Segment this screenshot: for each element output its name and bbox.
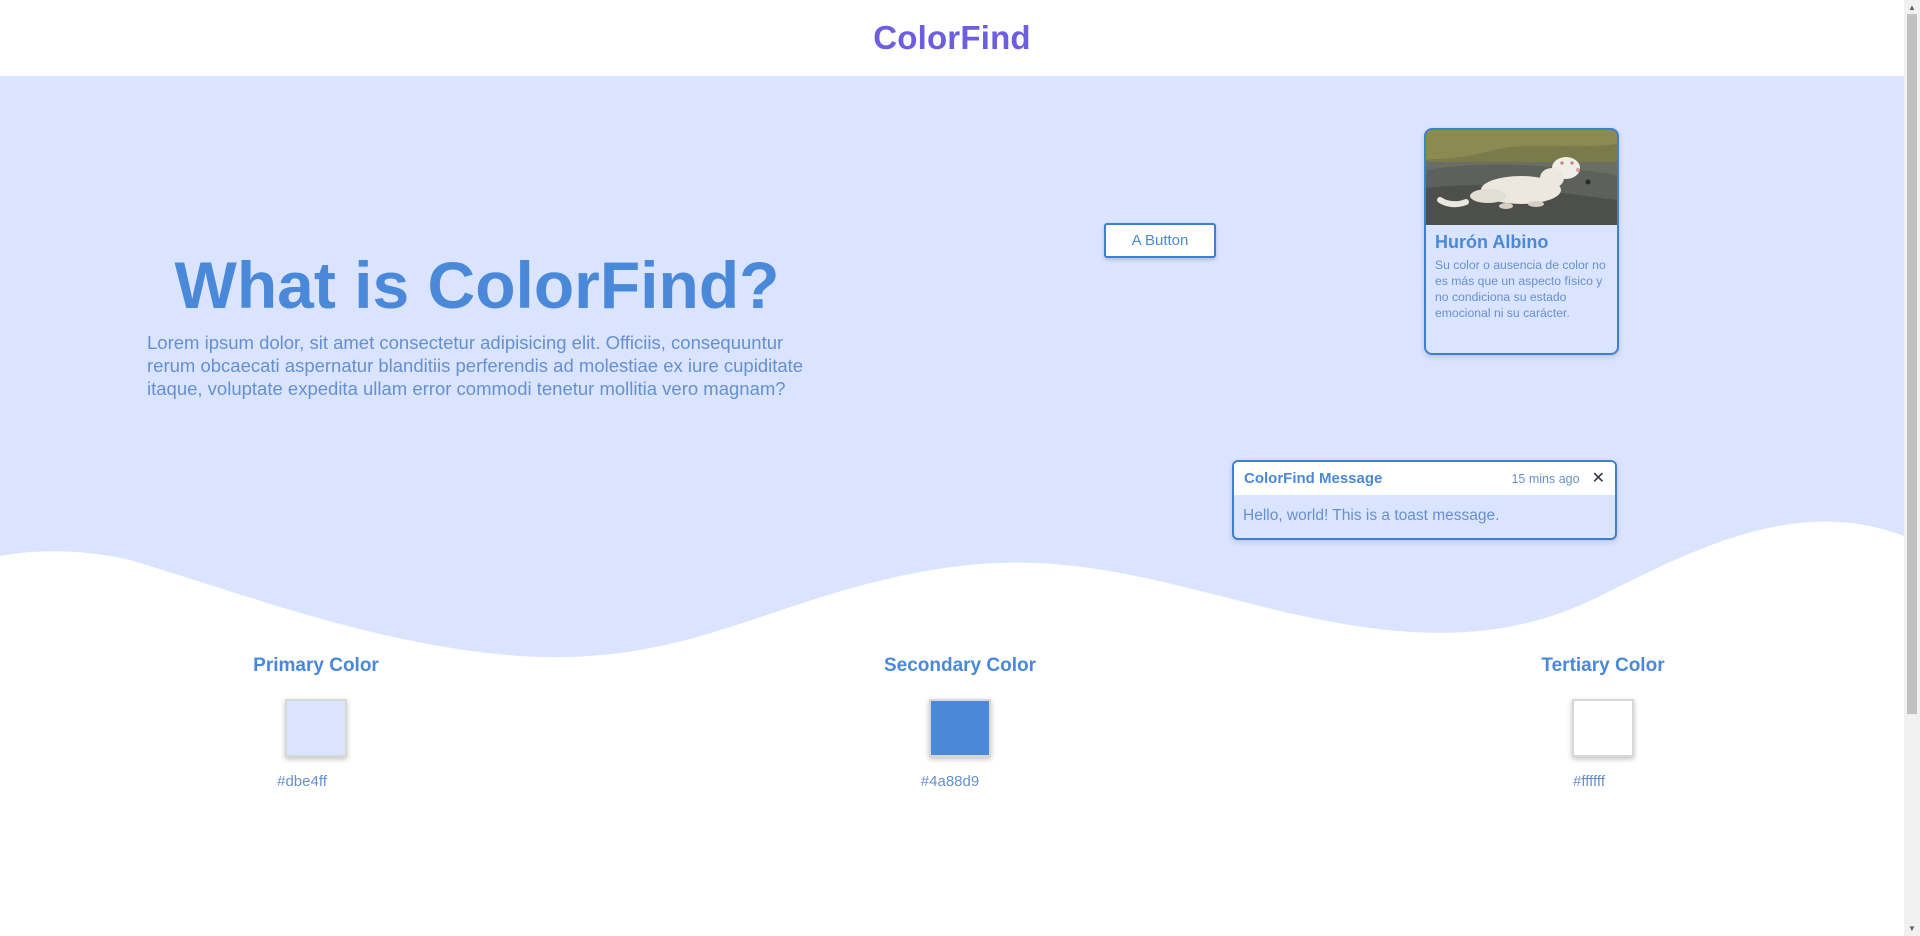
toast-timestamp: 15 mins ago — [1511, 471, 1580, 486]
scrollbar-thumb[interactable] — [1907, 14, 1917, 714]
primary-color-swatch[interactable] — [285, 699, 347, 757]
scroll-down-icon[interactable]: ▼ — [1908, 924, 1916, 933]
tertiary-color-swatch[interactable] — [1572, 699, 1634, 757]
tertiary-color-hex: #ffffff — [1573, 773, 1605, 790]
a-button[interactable]: A Button — [1104, 223, 1216, 258]
card-title: Hurón Albino — [1435, 232, 1549, 252]
hero-description: Lorem ipsum dolor, sit amet consectetur … — [147, 332, 804, 399]
toast-message: ColorFind Message 15 mins ago ✕ Hello, w… — [1232, 460, 1617, 540]
close-icon[interactable]: ✕ — [1592, 470, 1605, 487]
secondary-color-label: Secondary Color — [883, 655, 1037, 676]
scroll-up-icon[interactable]: ▲ — [1908, 3, 1916, 12]
hero-title: What is ColorFind? — [174, 248, 780, 322]
site-header: ColorFind — [0, 0, 1904, 76]
vertical-scrollbar[interactable]: ▲ ▼ — [1904, 0, 1920, 936]
primary-color-column: Primary Color #dbe4ff — [216, 655, 416, 790]
brand-logo-text[interactable]: ColorFind — [873, 19, 1031, 57]
card-text: Su color o ausencia de color no es más q… — [1435, 258, 1606, 320]
toast-header: ColorFind Message 15 mins ago ✕ — [1234, 462, 1615, 495]
toast-body: Hello, world! This is a toast message. — [1243, 507, 1500, 524]
primary-color-label: Primary Color — [253, 655, 379, 676]
secondary-color-hex: #4a88d9 — [920, 773, 980, 790]
tertiary-color-column: Tertiary Color #ffffff — [1503, 655, 1703, 790]
secondary-color-swatch[interactable] — [929, 699, 991, 757]
ferret-card: Hurón Albino Su color o ausencia de colo… — [1424, 128, 1619, 355]
tertiary-color-label: Tertiary Color — [1541, 655, 1665, 676]
secondary-color-column: Secondary Color #4a88d9 — [860, 655, 1060, 790]
toast-title: ColorFind Message — [1244, 470, 1383, 487]
primary-color-hex: #dbe4ff — [277, 773, 327, 790]
albino-ferret-image — [1426, 130, 1617, 225]
